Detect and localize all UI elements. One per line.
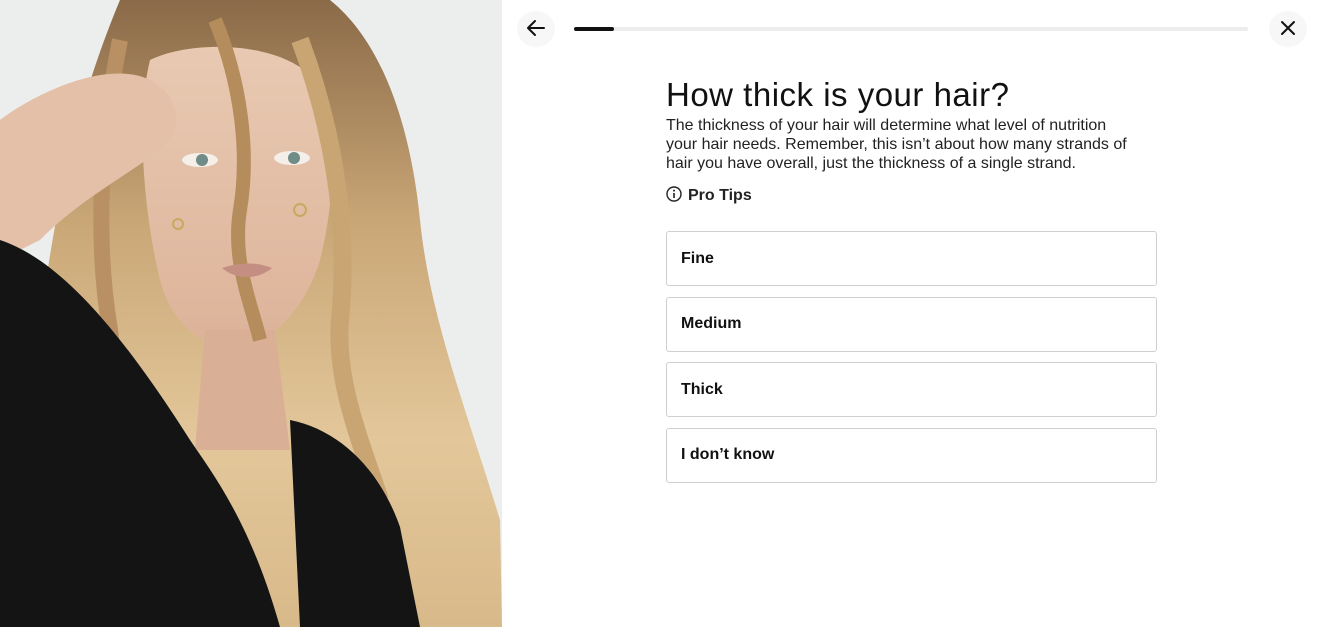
info-icon	[666, 186, 682, 205]
portrait-photo	[0, 0, 502, 627]
option-fine[interactable]: Fine	[666, 231, 1157, 286]
question-title: How thick is your hair?	[666, 76, 1010, 113]
portrait-illustration	[0, 0, 502, 627]
close-icon	[1279, 19, 1297, 40]
option-dont-know[interactable]: I don’t know	[666, 427, 1157, 483]
quiz-panel: How thick is your hair? The thickness of…	[502, 0, 1320, 627]
pro-tips-button[interactable]: Pro Tips	[666, 186, 752, 205]
option-medium[interactable]: Medium	[666, 296, 1157, 352]
question-description: The thickness of your hair will determin…	[666, 117, 1127, 172]
arrow-left-icon	[526, 18, 546, 41]
pro-tips-label: Pro Tips	[688, 186, 752, 204]
back-button[interactable]	[517, 11, 555, 47]
close-button[interactable]	[1269, 11, 1307, 47]
progress-bar	[574, 27, 1248, 31]
option-thick[interactable]: Thick	[666, 362, 1157, 417]
answer-options: Fine Medium Thick I don’t know	[666, 231, 1157, 493]
progress-bar-fill	[574, 27, 615, 31]
